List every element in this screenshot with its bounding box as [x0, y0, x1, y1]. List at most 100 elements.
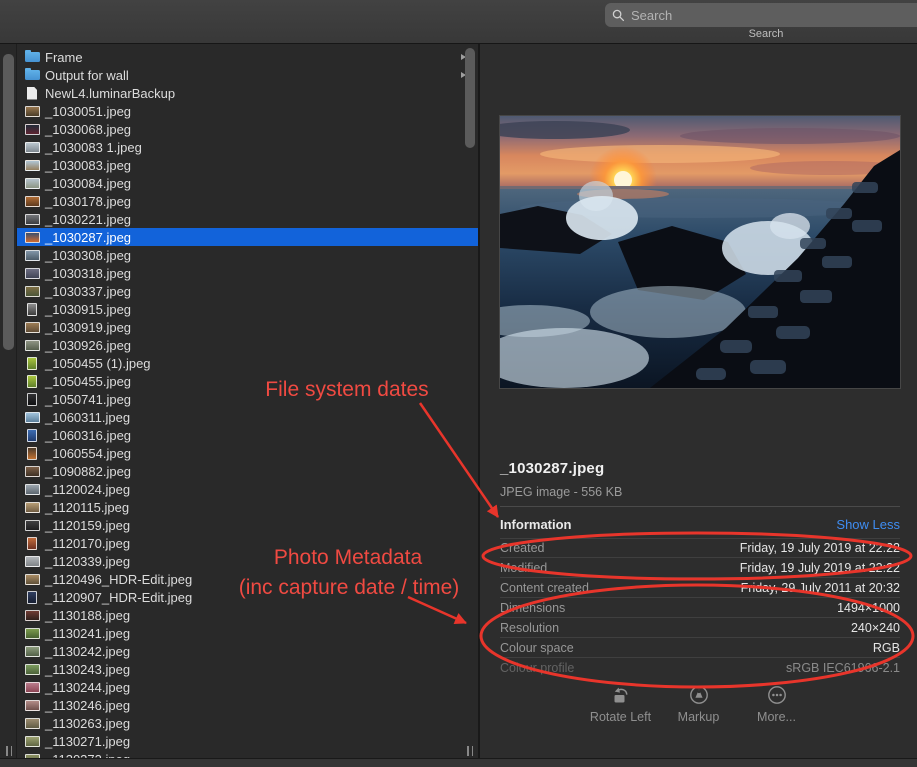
- list-item[interactable]: _1120170.jpeg: [17, 534, 478, 552]
- list-item[interactable]: _1060554.jpeg: [17, 444, 478, 462]
- show-less-link[interactable]: Show Less: [836, 517, 900, 532]
- file-name: _1030926.jpeg: [45, 338, 131, 353]
- list-item[interactable]: _1130242.jpeg: [17, 642, 478, 660]
- file-name: _1130243.jpeg: [45, 662, 130, 677]
- left-column-scrollbar[interactable]: [3, 54, 14, 350]
- metadata-value: sRGB IEC61966-2.1: [786, 661, 900, 675]
- list-item[interactable]: _1130246.jpeg: [17, 696, 478, 714]
- file-thumbnail-icon: [23, 248, 41, 262]
- quick-action-button[interactable]: More...: [738, 684, 816, 724]
- metadata-row: Dimensions 1494×1000: [500, 598, 900, 618]
- column-resize-handle-left[interactable]: [4, 746, 14, 756]
- finder-window: Search Search Frame Output for wall NewL…: [0, 0, 917, 767]
- list-item[interactable]: _1030068.jpeg: [17, 120, 478, 138]
- metadata-row: Content created Friday, 29 July 2011 at …: [500, 578, 900, 598]
- file-thumbnail-icon: [23, 374, 41, 388]
- file-name: _1030083 1.jpeg: [45, 140, 142, 155]
- file-thumbnail-icon: [23, 500, 41, 514]
- search-placeholder: Search: [631, 8, 672, 23]
- file-name: _1030308.jpeg: [45, 248, 131, 263]
- list-item[interactable]: _1120339.jpeg: [17, 552, 478, 570]
- metadata-label: Created: [500, 541, 544, 555]
- file-name: _1130246.jpeg: [45, 698, 130, 713]
- list-item[interactable]: _1030083.jpeg: [17, 156, 478, 174]
- list-item[interactable]: _1050741.jpeg: [17, 390, 478, 408]
- file-name: _1130263.jpeg: [45, 716, 130, 731]
- list-item[interactable]: _1030915.jpeg: [17, 300, 478, 318]
- list-item[interactable]: _1130188.jpeg: [17, 606, 478, 624]
- file-thumbnail-icon: [23, 50, 41, 64]
- list-item[interactable]: _1030178.jpeg: [17, 192, 478, 210]
- file-thumbnail-icon: [23, 266, 41, 280]
- file-thumbnail-icon: [23, 338, 41, 352]
- file-name: _1130244.jpeg: [45, 680, 130, 695]
- list-item[interactable]: _1130271.jpeg: [17, 732, 478, 750]
- list-item[interactable]: _1030221.jpeg: [17, 210, 478, 228]
- list-item[interactable]: _1050455.jpeg: [17, 372, 478, 390]
- file-thumbnail-icon: [23, 482, 41, 496]
- metadata-row: Resolution 240×240: [500, 618, 900, 638]
- file-thumbnail-icon: [23, 68, 41, 82]
- list-item[interactable]: NewL4.luminarBackup: [17, 84, 478, 102]
- list-item[interactable]: _1030919.jpeg: [17, 318, 478, 336]
- file-name: _1050455 (1).jpeg: [45, 356, 151, 371]
- column-resize-handle-right[interactable]: [465, 746, 475, 756]
- list-item[interactable]: _1130243.jpeg: [17, 660, 478, 678]
- file-name: _1030178.jpeg: [45, 194, 131, 209]
- file-name: _1120339.jpeg: [45, 554, 130, 569]
- list-item[interactable]: _1120159.jpeg: [17, 516, 478, 534]
- metadata-value: RGB: [873, 641, 900, 655]
- list-item[interactable]: _1030318.jpeg: [17, 264, 478, 282]
- metadata-row: Created Friday, 19 July 2019 at 22:22: [500, 538, 900, 558]
- file-list-column: Frame Output for wall NewL4.luminarBacku…: [17, 44, 480, 758]
- file-name: _1050455.jpeg: [45, 374, 131, 389]
- list-item[interactable]: _1120907_HDR-Edit.jpeg: [17, 588, 478, 606]
- file-name: _1120170.jpeg: [45, 536, 130, 551]
- list-item[interactable]: _1050455 (1).jpeg: [17, 354, 478, 372]
- file-thumbnail-icon: [23, 302, 41, 316]
- file-thumbnail-icon: [23, 608, 41, 622]
- list-item[interactable]: _1130272.jpeg: [17, 750, 478, 758]
- list-item[interactable]: _1030287.jpeg: [17, 228, 478, 246]
- file-name: _1120907_HDR-Edit.jpeg: [45, 590, 192, 605]
- file-name: _1120024.jpeg: [45, 482, 130, 497]
- file-list-scrollbar[interactable]: [465, 48, 475, 148]
- file-thumbnail-icon: [23, 194, 41, 208]
- preview-image: [500, 116, 900, 388]
- list-item[interactable]: _1060316.jpeg: [17, 426, 478, 444]
- file-thumbnail-icon: [23, 230, 41, 244]
- file-thumbnail-icon: [23, 734, 41, 748]
- list-item[interactable]: Output for wall: [17, 66, 478, 84]
- list-item[interactable]: _1120496_HDR-Edit.jpeg: [17, 570, 478, 588]
- file-name: _1030083.jpeg: [45, 158, 131, 173]
- list-item[interactable]: _1060311.jpeg: [17, 408, 478, 426]
- list-item[interactable]: _1120115.jpeg: [17, 498, 478, 516]
- list-item[interactable]: _1030308.jpeg: [17, 246, 478, 264]
- file-name: _1060554.jpeg: [45, 446, 131, 461]
- quick-action-button[interactable]: Markup: [660, 684, 738, 724]
- quick-action-label: Markup: [678, 710, 720, 724]
- list-item[interactable]: _1030083 1.jpeg: [17, 138, 478, 156]
- list-item[interactable]: _1120024.jpeg: [17, 480, 478, 498]
- quick-action-button[interactable]: Rotate Left: [582, 684, 660, 724]
- list-item[interactable]: _1090882.jpeg: [17, 462, 478, 480]
- metadata-value: Friday, 19 July 2019 at 22:22: [740, 561, 900, 575]
- list-item[interactable]: _1030926.jpeg: [17, 336, 478, 354]
- list-item[interactable]: _1130244.jpeg: [17, 678, 478, 696]
- list-item[interactable]: _1130241.jpeg: [17, 624, 478, 642]
- file-thumbnail-icon: [23, 86, 41, 100]
- list-item[interactable]: _1030084.jpeg: [17, 174, 478, 192]
- list-item[interactable]: Frame: [17, 48, 478, 66]
- list-item[interactable]: _1130263.jpeg: [17, 714, 478, 732]
- quick-actions: Rotate Left Markup More...: [480, 684, 917, 724]
- file-thumbnail-icon: [23, 122, 41, 136]
- file-name: _1030084.jpeg: [45, 176, 131, 191]
- search-input[interactable]: Search: [605, 3, 917, 27]
- list-item[interactable]: _1030051.jpeg: [17, 102, 478, 120]
- previous-column-edge: [0, 44, 17, 758]
- metadata-row: Modified Friday, 19 July 2019 at 22:22: [500, 558, 900, 578]
- list-item[interactable]: _1030337.jpeg: [17, 282, 478, 300]
- more-ellipsis-icon: [766, 684, 788, 706]
- file-name: _1030919.jpeg: [45, 320, 131, 335]
- file-name: _1120159.jpeg: [45, 518, 130, 533]
